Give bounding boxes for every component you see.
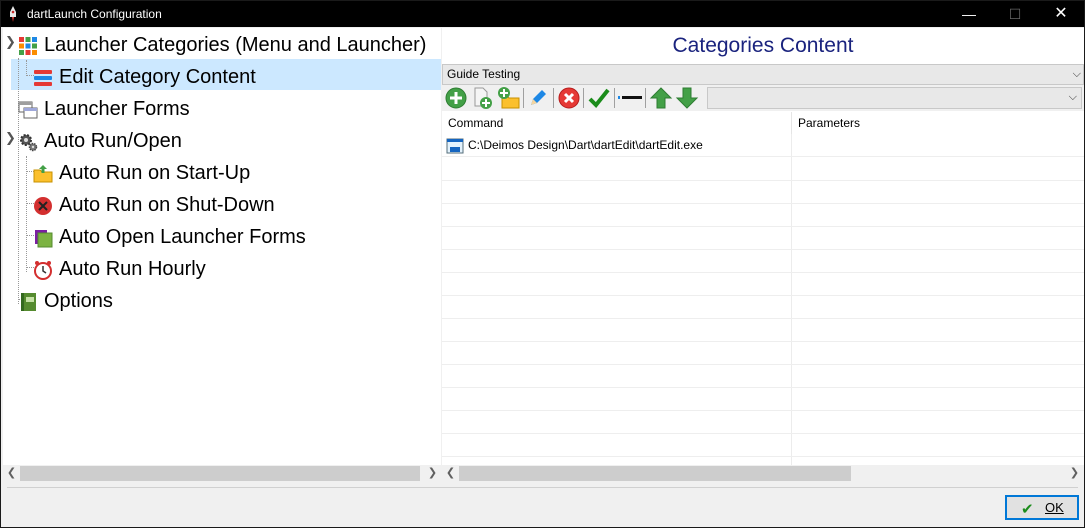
add-file-button[interactable]: [470, 86, 494, 110]
apply-button[interactable]: [587, 86, 611, 110]
ok-button[interactable]: ✔ OK: [1005, 495, 1079, 520]
window-title: dartLaunch Configuration: [27, 7, 162, 21]
table-row[interactable]: [442, 227, 1084, 250]
column-header-command[interactable]: Command: [442, 112, 792, 134]
move-down-icon: [675, 87, 699, 109]
commands-grid: Command Parameters C:\Deimos Design\Dart…: [442, 112, 1084, 466]
ok-label: OK: [1045, 500, 1064, 515]
chevron-down-icon: ⌵: [1072, 68, 1081, 80]
tree-connector: [18, 58, 19, 304]
tree-connector: [26, 156, 27, 272]
add-folder-button[interactable]: [496, 86, 520, 110]
maximize-button[interactable]: ☐: [992, 1, 1038, 27]
gears-icon: [20, 134, 38, 152]
add-folder-icon: [498, 87, 520, 109]
grid-icon: [19, 37, 37, 55]
scrollbar-thumb[interactable]: [20, 466, 420, 481]
chevron-down-icon: ⌵: [1068, 91, 1077, 103]
clock-icon: [34, 261, 52, 280]
toolbar-separator: [553, 88, 554, 108]
separator-icon: [618, 96, 642, 99]
tree-item-label: Options: [44, 290, 113, 312]
title-bar: dartLaunch Configuration — ☐ ✕: [1, 1, 1084, 27]
tree-item-label: Auto Run on Start-Up: [59, 162, 251, 184]
command-text: C:\Deimos Design\Dart\dartEdit\dartEdit.…: [468, 138, 703, 152]
table-row[interactable]: [442, 273, 1084, 296]
scroll-right-icon[interactable]: ❯: [1066, 465, 1083, 482]
tree-horizontal-scrollbar[interactable]: ❮ ❯: [3, 465, 441, 482]
minimize-button[interactable]: —: [946, 1, 992, 27]
check-icon: ✔: [1021, 501, 1034, 518]
tree-connector: [26, 60, 27, 76]
tree-item-label: Launcher Categories (Menu and Launcher): [44, 34, 427, 56]
scrollbar-thumb[interactable]: [459, 466, 851, 481]
tree-item-label: Auto Run on Shut-Down: [59, 194, 275, 216]
table-row[interactable]: [442, 158, 1084, 181]
table-row[interactable]: [442, 296, 1084, 319]
table-row[interactable]: [442, 181, 1084, 204]
move-up-icon: [649, 87, 673, 109]
stop-icon: [34, 197, 52, 215]
column-header-parameters[interactable]: Parameters: [792, 112, 1084, 134]
tree-item-label: Auto Run/Open: [44, 130, 182, 152]
toolbar-separator: [583, 88, 584, 108]
scroll-right-icon[interactable]: ❯: [424, 465, 441, 482]
folder-up-icon: [33, 165, 53, 183]
close-button[interactable]: ✕: [1038, 1, 1084, 27]
panel-heading: Categories Content: [672, 34, 854, 57]
config-window: dartLaunch Configuration — ☐ ✕ ❯ Launche…: [0, 0, 1085, 528]
tree-item-label: Auto Run Hourly: [59, 258, 206, 280]
command-cell[interactable]: C:\Deimos Design\Dart\dartEdit\dartEdit.…: [446, 134, 703, 157]
category-select[interactable]: Guide Testing ⌵: [442, 64, 1084, 85]
list-edit-icon: [34, 70, 52, 86]
exe-file-icon: [446, 138, 464, 154]
delete-icon: [558, 87, 580, 109]
add-button[interactable]: [444, 86, 468, 110]
content-toolbar: ⌵: [442, 85, 1084, 111]
table-row[interactable]: [442, 342, 1084, 365]
toolbar-separator: [523, 88, 524, 108]
table-row[interactable]: [442, 411, 1084, 434]
rocket-icon: [10, 6, 16, 22]
delete-button[interactable]: [557, 86, 581, 110]
settings-tree: ❯ Launcher Categories (Menu and Launcher…: [3, 28, 441, 466]
add-file-icon: [474, 87, 492, 109]
collapse-toggle[interactable]: ❯: [5, 130, 16, 146]
table-row[interactable]: C:\Deimos Design\Dart\dartEdit\dartEdit.…: [442, 134, 1084, 157]
grid-horizontal-scrollbar[interactable]: ❮ ❯: [442, 465, 1084, 482]
category-select-value: Guide Testing: [447, 67, 521, 81]
move-down-button[interactable]: [675, 86, 699, 110]
toolbar-dropdown[interactable]: ⌵: [707, 87, 1082, 109]
check-icon: [588, 88, 610, 108]
options-book-icon: [21, 293, 36, 311]
dialog-footer: ✔ OK: [1, 482, 1084, 527]
tree-item-label: Edit Category Content: [59, 66, 256, 88]
footer-divider: [7, 487, 1078, 488]
table-row[interactable]: [442, 434, 1084, 457]
collapse-toggle[interactable]: ❯: [5, 34, 16, 50]
content-panel: Categories Content Guide Testing ⌵ ⌵ Com…: [442, 28, 1084, 466]
table-row[interactable]: [442, 365, 1084, 388]
move-up-button[interactable]: [649, 86, 673, 110]
tree-item-label: Launcher Forms: [44, 98, 190, 120]
add-icon: [445, 87, 467, 109]
toolbar-separator: [614, 88, 615, 108]
insert-separator-button[interactable]: [618, 86, 642, 110]
table-row[interactable]: [442, 204, 1084, 227]
forms-icon: [18, 101, 38, 119]
toolbar-separator: [645, 88, 646, 108]
tree-item-label: Auto Open Launcher Forms: [59, 226, 306, 248]
scroll-left-icon[interactable]: ❮: [442, 465, 459, 482]
scroll-left-icon[interactable]: ❮: [3, 465, 20, 482]
table-row[interactable]: [442, 388, 1084, 411]
edit-pencil-icon: [531, 90, 546, 105]
edit-button[interactable]: [526, 86, 550, 110]
table-row[interactable]: [442, 250, 1084, 273]
table-row[interactable]: [442, 319, 1084, 342]
green-folder-icon: [35, 230, 53, 248]
